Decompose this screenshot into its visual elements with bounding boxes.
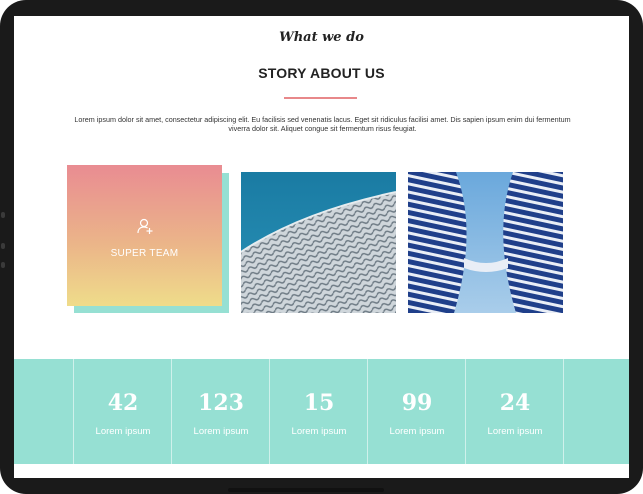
page-bottom — [14, 464, 629, 478]
stat-number: 24 — [499, 390, 531, 416]
screen: What we do STORY ABOUT US Lorem ipsum do… — [14, 16, 629, 478]
stat-item: 15 Lorem ipsum — [270, 359, 368, 464]
stat-number: 42 — [107, 390, 139, 416]
stats-band: 42 Lorem ipsum 123 Lorem ipsum 15 Lorem … — [14, 359, 629, 464]
add-user-icon — [137, 218, 153, 234]
stat-label: Lorem ipsum — [487, 426, 543, 437]
architecture-photo — [241, 172, 396, 313]
card-label: SUPER TEAM — [110, 248, 179, 259]
stat-item: 123 Lorem ipsum — [172, 359, 270, 464]
stat-item: 24 Lorem ipsum — [466, 359, 564, 464]
stat-label: Lorem ipsum — [291, 426, 347, 437]
tablet-frame: What we do STORY ABOUT US Lorem ipsum do… — [0, 0, 643, 494]
stat-item: 42 Lorem ipsum — [74, 359, 172, 464]
home-indicator[interactable] — [228, 488, 384, 492]
section-eyebrow: What we do — [279, 30, 364, 45]
stat-number: 99 — [401, 390, 433, 416]
super-team-card[interactable]: SUPER TEAM — [67, 165, 222, 306]
side-button — [1, 212, 5, 218]
intro-paragraph: Lorem ipsum dolor sit amet, consectetur … — [74, 115, 571, 133]
side-button — [1, 243, 5, 249]
stat-label: Lorem ipsum — [95, 426, 151, 437]
stat-number: 15 — [303, 390, 335, 416]
section-title: STORY ABOUT US — [258, 65, 385, 81]
stat-label: Lorem ipsum — [389, 426, 445, 437]
stat-number: 123 — [198, 390, 244, 416]
side-button — [1, 262, 5, 268]
title-underline — [284, 97, 357, 99]
stat-item: 99 Lorem ipsum — [368, 359, 466, 464]
stat-label: Lorem ipsum — [193, 426, 249, 437]
tower-photo — [408, 172, 563, 313]
